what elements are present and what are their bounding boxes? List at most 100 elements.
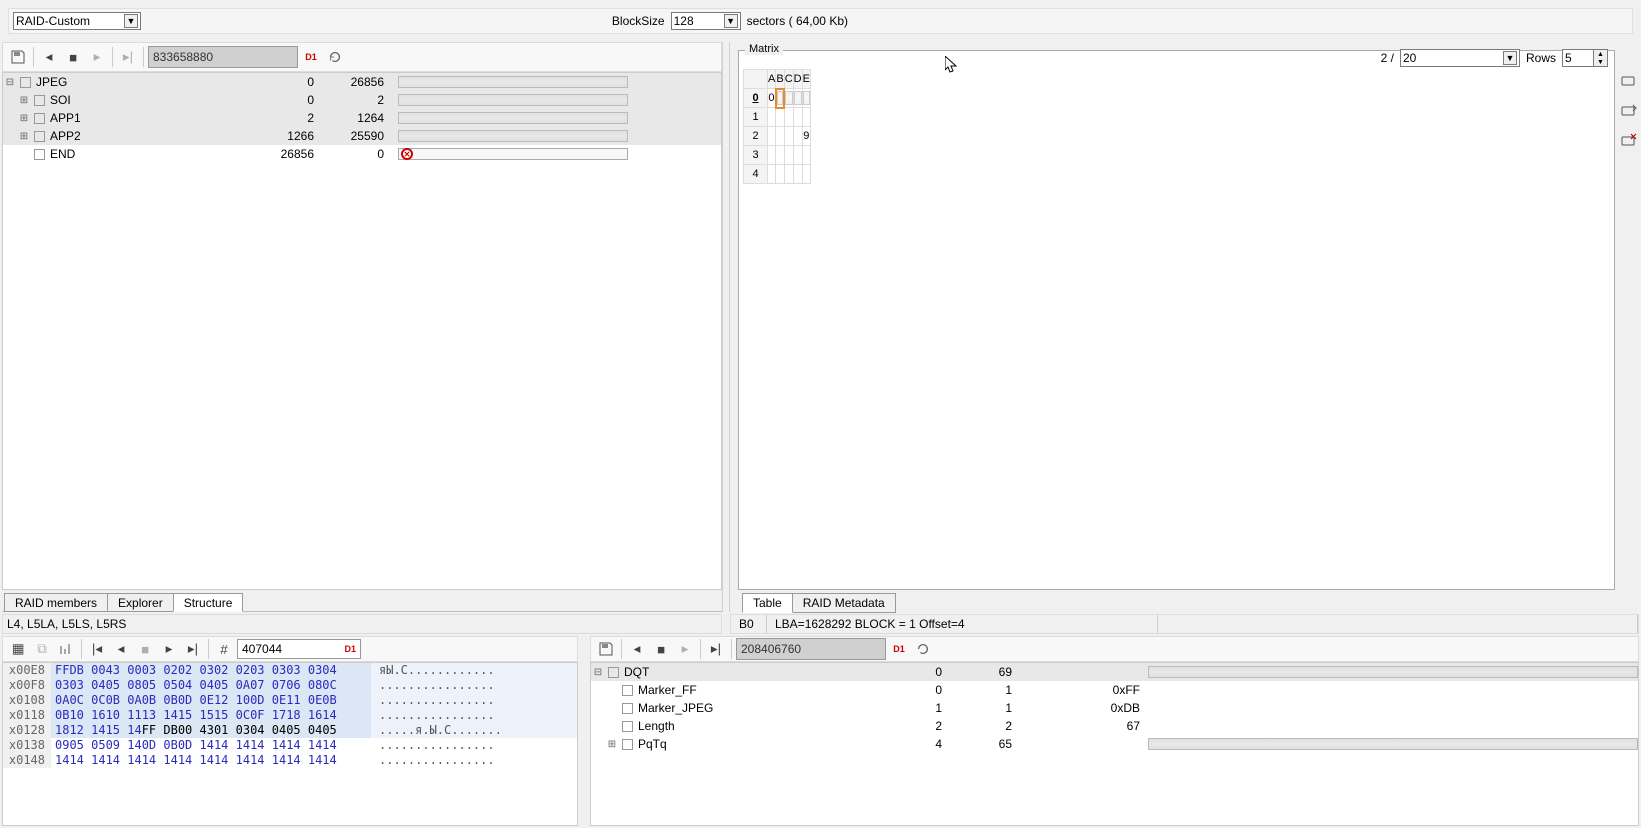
tree-row[interactable]: END 26856 0 ✕ [3,145,721,163]
matrix-cell[interactable] [776,165,784,184]
tab-raid-metadata[interactable]: RAID Metadata [792,593,896,613]
matrix-row-header[interactable]: 1 [744,108,768,127]
matrix-cell-active[interactable] [776,89,784,108]
struct-row[interactable]: ⊞PqTq465 [591,735,1638,753]
hash-icon[interactable]: # [213,638,235,660]
tree-row[interactable]: ⊞ SOI 0 2 [3,91,721,109]
collapse-icon[interactable]: ⊟ [3,77,17,88]
refresh-icon[interactable] [324,46,346,68]
matrix-cell[interactable] [802,108,810,127]
matrix-cell[interactable]: 0 [768,89,776,108]
chevron-down-icon[interactable]: ▼ [724,14,738,28]
matrix-cell[interactable] [793,127,802,146]
struct-offset-input[interactable]: 208406760 [736,638,886,660]
checkbox[interactable] [34,95,45,106]
hex-line[interactable]: x01281812 1415 14FF DB00 4301 0304 0405 … [3,723,577,738]
matrix-cell[interactable] [793,146,802,165]
struct-row[interactable]: Marker_JPEG110xDB [591,699,1638,717]
checkbox[interactable] [622,685,633,696]
tab-explorer[interactable]: Explorer [107,593,174,612]
hex-line[interactable]: x01080A0C 0C0B 0A0B 0B0D 0E12 100D 0E11 … [3,693,577,708]
matrix-cell[interactable] [784,127,793,146]
skip-end-icon[interactable]: ▸| [117,46,139,68]
struct-row-root[interactable]: ⊟ DQT 0 69 [591,663,1638,681]
expand-icon[interactable]: ⊞ [17,95,31,106]
matrix-cell[interactable] [793,89,802,108]
matrix-cell[interactable] [768,146,776,165]
skip-end-icon[interactable]: ▸| [182,638,204,660]
matrix-row-header[interactable]: 0 [744,89,768,108]
tab-raid-members[interactable]: RAID members [4,593,108,612]
matrix-total-select[interactable]: 20▼ [1400,49,1520,67]
tree-row[interactable]: ⊞ APP1 2 1264 [3,109,721,127]
hex-line[interactable]: x00E8FFDB 0043 0003 0202 0302 0203 0303 … [3,663,577,678]
chart-icon[interactable] [55,638,77,660]
tab-table[interactable]: Table [742,593,793,613]
expand-icon[interactable]: ⊞ [605,739,619,750]
blocksize-select[interactable]: 128 ▼ [671,12,741,30]
refresh-icon[interactable] [912,638,934,660]
matrix-cell[interactable] [793,108,802,127]
matrix-row-header[interactable]: 3 [744,146,768,165]
step-back-icon[interactable]: ◂ [38,46,60,68]
collapse-icon[interactable]: ⊟ [591,667,605,678]
matrix-cell[interactable] [802,89,810,108]
checkbox[interactable] [34,131,45,142]
matrix-cell[interactable] [768,108,776,127]
checkbox[interactable] [34,149,45,160]
matrix-cell[interactable] [784,89,793,108]
matrix-row-header[interactable]: 4 [744,165,768,184]
chevron-down-icon[interactable]: ▼ [124,14,138,28]
structure-tree[interactable]: ⊟ JPEG 0 26856 ⊞ SOI 0 2 ⊞ APP1 [2,72,722,590]
matrix-cell[interactable] [784,165,793,184]
matrix-col-header[interactable]: A [768,70,776,89]
matrix-cell[interactable] [784,146,793,165]
disk-red-icon[interactable]: D1 [888,638,910,660]
matrix-cell[interactable] [776,146,784,165]
checkbox[interactable] [20,77,31,88]
matrix-grid[interactable]: A B C D E 0 0 1 [743,69,811,504]
step-forward-icon[interactable]: ▸ [674,638,696,660]
matrix-cell[interactable] [793,165,802,184]
checkbox[interactable] [622,739,633,750]
matrix-col-header[interactable]: B [776,70,784,89]
vertical-splitter[interactable] [722,42,730,612]
matrix-row-header[interactable]: 2 [744,127,768,146]
hex-line[interactable]: x01481414 1414 1414 1414 1414 1414 1414 … [3,753,577,768]
bottom-splitter[interactable] [578,636,586,826]
copy-icon[interactable]: ⧉ [31,638,53,660]
save-icon[interactable] [595,638,617,660]
delete-disk-icon[interactable] [1618,130,1640,152]
tree-row-root[interactable]: ⊟ JPEG 0 26856 [3,73,721,91]
matrix-cell[interactable] [768,127,776,146]
matrix-cell[interactable] [776,108,784,127]
remove-disk-icon[interactable] [1618,100,1640,122]
expand-icon[interactable]: ⊞ [17,131,31,142]
spinner-up-icon[interactable]: ▲ [1593,50,1607,58]
struct-tree[interactable]: ⊟ DQT 0 69 Marker_FF010xFFMarker_JPEG110… [590,662,1639,826]
stop-icon[interactable]: ■ [134,638,156,660]
disk-red-icon[interactable]: D1 [300,46,322,68]
stop-icon[interactable]: ■ [650,638,672,660]
tab-structure[interactable]: Structure [173,593,244,612]
sector-input[interactable]: 407044D1 [237,639,361,659]
hex-line[interactable]: x00F80303 0405 0805 0504 0405 0A07 0706 … [3,678,577,693]
checkbox[interactable] [622,721,633,732]
expand-icon[interactable]: ⊞ [17,113,31,124]
tree-row[interactable]: ⊞ APP2 1266 25590 [3,127,721,145]
matrix-cell[interactable]: 9 [802,127,810,146]
grid-icon[interactable]: ▦ [7,638,29,660]
checkbox[interactable] [34,113,45,124]
rows-spinner[interactable]: 5 ▲▼ [1562,49,1608,67]
hex-line[interactable]: x01380905 0509 140D 0B0D 1414 1414 1414 … [3,738,577,753]
save-icon[interactable] [7,46,29,68]
matrix-cell[interactable] [776,127,784,146]
add-disk-icon[interactable] [1618,70,1640,92]
step-back-icon[interactable]: ◂ [626,638,648,660]
matrix-col-header[interactable]: D [793,70,802,89]
step-forward-icon[interactable]: ▸ [86,46,108,68]
stop-icon[interactable]: ■ [62,46,84,68]
matrix-cell[interactable] [784,108,793,127]
skip-start-icon[interactable]: |◂ [86,638,108,660]
spinner-down-icon[interactable]: ▼ [1593,58,1607,66]
